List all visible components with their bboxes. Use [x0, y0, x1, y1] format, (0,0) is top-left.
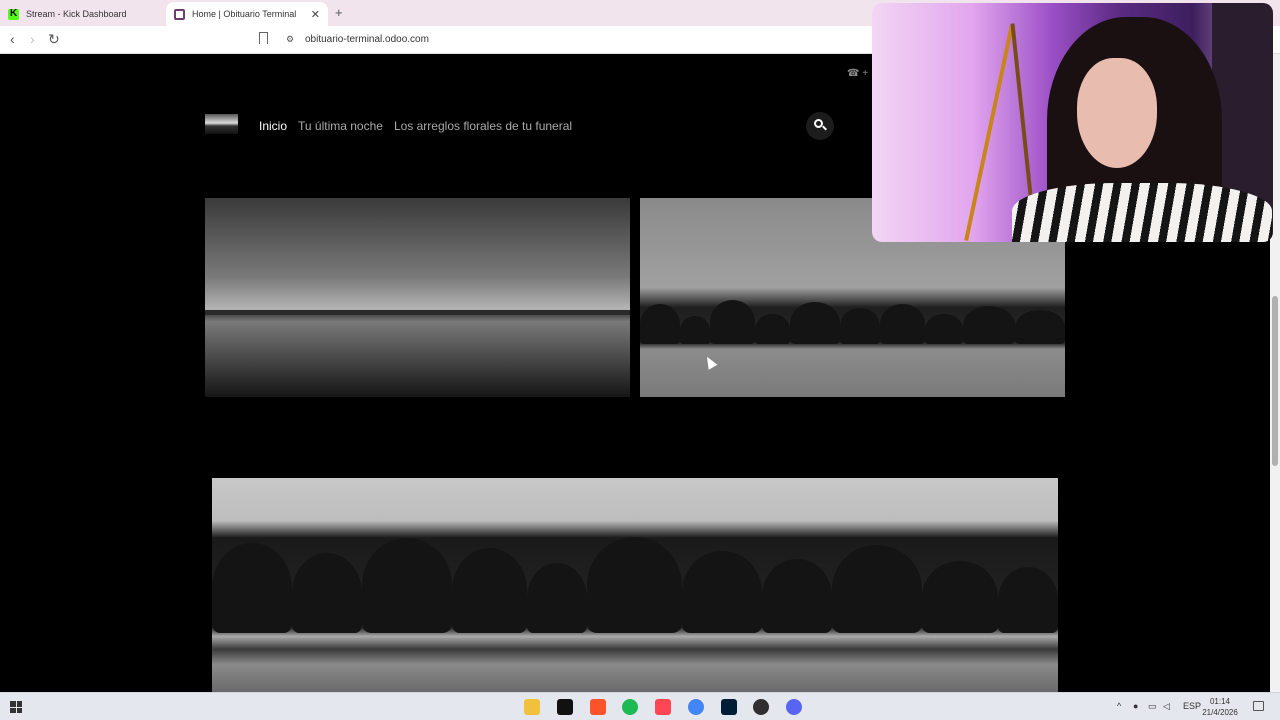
valorant-icon[interactable]: [655, 699, 671, 715]
start-button[interactable]: [10, 701, 22, 713]
capcut-icon[interactable]: [557, 699, 573, 715]
webcam-overlay: [872, 3, 1273, 242]
spotify-icon[interactable]: [622, 699, 638, 715]
microphone-icon[interactable]: ●: [1133, 701, 1138, 711]
webcam-person-shirt: [1012, 183, 1272, 242]
kick-favicon-icon: [8, 8, 19, 20]
landscape-photo-lake: [205, 198, 630, 397]
input-language[interactable]: ESP: [1183, 701, 1201, 711]
network-icon[interactable]: ▭: [1148, 701, 1157, 712]
webcam-light-stand: [964, 24, 1014, 242]
search-button[interactable]: [806, 112, 834, 140]
back-button[interactable]: ‹: [10, 31, 15, 47]
webcam-person-face: [1077, 58, 1157, 168]
site-info-icon[interactable]: ⚙: [286, 34, 294, 45]
clock-time: 01:14: [1209, 697, 1231, 706]
obs-icon[interactable]: [753, 699, 769, 715]
discord-icon[interactable]: [786, 699, 802, 715]
tab-label: Home | Obituario Terminal: [192, 9, 297, 19]
tab-obituario-terminal[interactable]: Home | Obituario Terminal ✕: [166, 2, 328, 26]
volume-icon[interactable]: ◁: [1163, 701, 1170, 712]
photo-shoreline: [205, 310, 630, 315]
chrome-icon[interactable]: [688, 699, 704, 715]
bookmark-icon[interactable]: [259, 32, 268, 44]
tab-label: Stream - Kick Dashboard: [26, 9, 127, 19]
tab-kick-dashboard[interactable]: Stream - Kick Dashboard: [0, 2, 165, 26]
reload-button[interactable]: ↻: [48, 31, 60, 48]
address-bar[interactable]: obituario-terminal.odoo.com: [305, 34, 429, 45]
nav-item-tu-ultima-noche[interactable]: Tu última noche: [298, 119, 383, 133]
photo-treeline: [640, 296, 1065, 344]
tray-chevron-icon[interactable]: ^: [1117, 701, 1121, 711]
photo-treeline-wide: [212, 533, 1058, 633]
windows-taskbar: ^ ● ▭ ◁ ESP 01:14 21/4/2026: [0, 692, 1280, 720]
close-tab-icon[interactable]: ✕: [311, 8, 320, 21]
new-tab-button[interactable]: +: [335, 5, 343, 20]
search-icon-handle: [822, 125, 827, 131]
scrollbar-thumb[interactable]: [1272, 296, 1278, 466]
phone-icon[interactable]: ☎ +: [847, 68, 868, 79]
landscape-photo-wide: [212, 478, 1058, 692]
phone-text: +: [862, 68, 869, 79]
forward-button[interactable]: ›: [30, 31, 35, 47]
notifications-icon[interactable]: [1253, 701, 1264, 711]
odoo-favicon-icon: [174, 8, 185, 20]
site-logo[interactable]: [205, 114, 238, 134]
site-nav: Inicio Tu última noche Los arreglos flor…: [259, 119, 572, 133]
clock-date: 21/4/2026: [1202, 708, 1238, 717]
file-explorer-icon[interactable]: [524, 699, 540, 715]
nav-item-inicio[interactable]: Inicio: [259, 119, 287, 133]
nav-item-arreglos-florales[interactable]: Los arreglos florales de tu funeral: [394, 119, 572, 133]
brave-icon[interactable]: [590, 699, 606, 715]
system-clock[interactable]: 01:14 21/4/2026: [1200, 696, 1240, 718]
photoshop-icon[interactable]: [721, 699, 737, 715]
